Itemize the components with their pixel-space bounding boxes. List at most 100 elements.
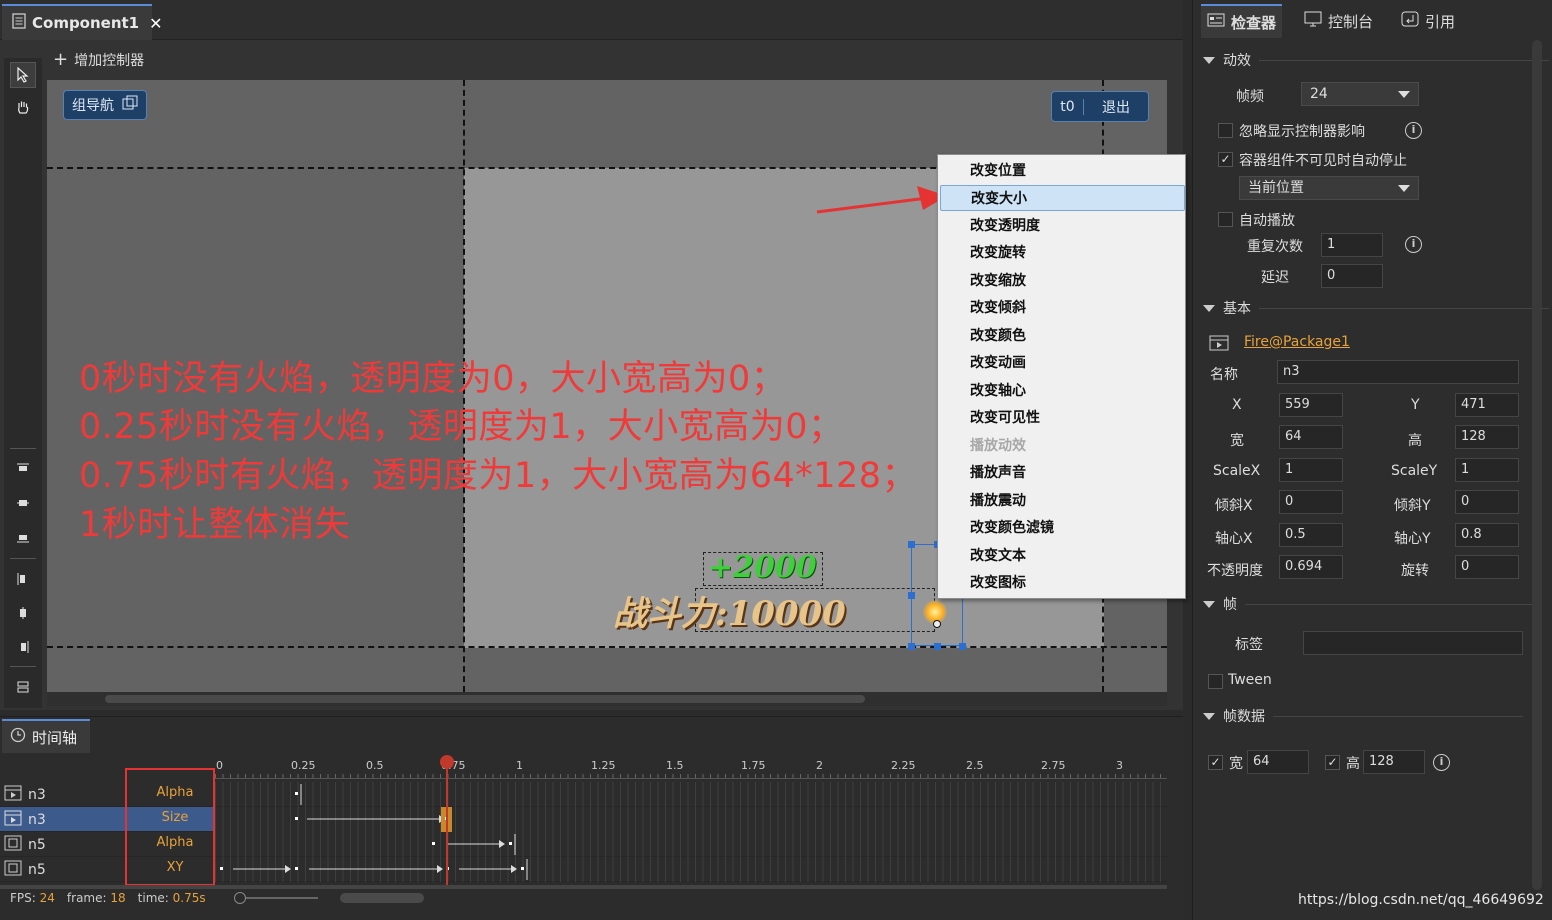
distribute-icon[interactable] <box>10 674 36 700</box>
menu-item-change-text[interactable]: 改变文本 <box>940 543 1185 569</box>
align-bottom-icon[interactable] <box>10 524 36 550</box>
alpha-input[interactable]: 0.694 <box>1279 555 1343 579</box>
align-left-icon[interactable] <box>10 566 36 592</box>
menu-item-change-scale[interactable]: 改变缩放 <box>940 268 1185 294</box>
width-input[interactable]: 64 <box>1279 425 1343 449</box>
scalex-input[interactable]: 1 <box>1279 458 1343 482</box>
frame-height-checkbox[interactable]: ✓ <box>1325 755 1340 770</box>
height-input[interactable]: 128 <box>1455 425 1519 449</box>
menu-item-change-icon[interactable]: 改变图标 <box>940 570 1185 596</box>
playhead[interactable] <box>446 757 448 885</box>
tab-timeline[interactable]: 时间轴 <box>2 719 90 753</box>
exit-button[interactable]: 退出 <box>1084 97 1148 117</box>
frame-label: frame: <box>66 891 107 905</box>
time-ruler[interactable]: 0 0.25 0.5 0.75 1 1.25 1.5 1.75 2 2.25 2… <box>215 757 1167 779</box>
frame-width-checkbox[interactable]: ✓ <box>1208 755 1223 770</box>
section-frame-data[interactable]: 帧数据 <box>1203 706 1523 726</box>
tween-label: Tween <box>1228 672 1272 688</box>
align-right-icon[interactable] <box>10 634 36 660</box>
align-top-icon[interactable] <box>10 456 36 482</box>
menu-item-play-transition: 播放动效 <box>970 438 1026 454</box>
menu-item-change-color-filter[interactable]: 改变颜色滤镜 <box>940 515 1185 541</box>
menu-item-change-visibility[interactable]: 改变可见性 <box>940 405 1185 431</box>
menu-item-change-color[interactable]: 改变颜色 <box>940 323 1185 349</box>
inspector-scrollbar[interactable] <box>1532 40 1542 890</box>
playhead-handle[interactable] <box>440 755 454 769</box>
document-icon <box>12 13 26 33</box>
resize-handle[interactable] <box>908 643 915 650</box>
context-menu: 改变位置 改变大小 改变透明度 改变旋转 改变缩放 改变倾斜 改变颜色 改变动画… <box>937 154 1186 599</box>
menu-item-play-shake[interactable]: 播放震动 <box>940 488 1185 514</box>
rotation-input[interactable]: 0 <box>1455 555 1519 579</box>
x-input[interactable]: 559 <box>1279 393 1343 417</box>
ignore-controller-label: 忽略显示控制器影响 <box>1239 124 1365 140</box>
movieclip-icon <box>1209 335 1229 355</box>
tab-references[interactable]: 引用 <box>1395 4 1461 38</box>
name-input[interactable]: n3 <box>1277 360 1519 384</box>
frame-tag-label: 标签 <box>1235 637 1263 653</box>
fps-dropdown[interactable]: 24 <box>1301 82 1419 106</box>
skewy-input[interactable]: 0 <box>1455 490 1519 514</box>
zoom-slider[interactable] <box>233 892 318 904</box>
section-frame[interactable]: 帧 <box>1203 594 1535 614</box>
frame-tag-input[interactable] <box>1303 631 1523 655</box>
frame-height-input[interactable]: 128 <box>1363 750 1425 774</box>
menu-item-change-skew[interactable]: 改变倾斜 <box>940 295 1185 321</box>
align-center-icon[interactable] <box>10 600 36 626</box>
scaley-input[interactable]: 1 <box>1455 458 1519 482</box>
bonus-text-box[interactable]: +2000 <box>703 550 823 586</box>
autoplay-checkbox[interactable] <box>1218 212 1233 227</box>
tab-console[interactable]: 控制台 <box>1298 4 1379 38</box>
section-effects[interactable]: 动效 <box>1203 50 1549 70</box>
ruler-label: 2 <box>816 759 823 772</box>
menu-item-change-position[interactable]: 改变位置 <box>940 158 1185 184</box>
info-icon[interactable]: i <box>1405 236 1422 253</box>
menu-item-change-animation[interactable]: 改变动画 <box>940 350 1185 376</box>
resize-handle[interactable] <box>908 592 915 599</box>
repeat-input[interactable]: 1 <box>1321 233 1383 257</box>
resource-link[interactable]: Fire@Package1 <box>1244 334 1350 350</box>
close-icon[interactable]: ✕ <box>149 14 162 33</box>
menu-item-play-sound[interactable]: 播放声音 <box>940 460 1185 486</box>
tab-inspector[interactable]: 检查器 <box>1201 4 1283 38</box>
pivot-icon[interactable] <box>933 620 941 628</box>
controller-name[interactable]: t0 <box>1052 98 1084 115</box>
pivotx-input[interactable]: 0.5 <box>1279 523 1343 547</box>
tween-checkbox[interactable] <box>1208 674 1223 689</box>
inspector-icon <box>1207 13 1225 31</box>
tab-component1[interactable]: Component1 ✕ <box>2 4 163 40</box>
menu-item-change-pivot[interactable]: 改变轴心 <box>940 378 1185 404</box>
track-name: n5 <box>28 862 46 878</box>
ruler-label: 2.75 <box>1041 759 1066 772</box>
zoom-slider-knob[interactable] <box>233 892 246 904</box>
resize-handle[interactable] <box>908 541 915 548</box>
frame-width-input[interactable]: 64 <box>1247 750 1309 774</box>
info-icon[interactable]: i <box>1405 122 1422 139</box>
select-tool-icon[interactable] <box>10 62 36 88</box>
timeline-hscroll-thumb[interactable] <box>339 893 424 903</box>
resize-handle[interactable] <box>934 643 941 650</box>
position-dropdown[interactable]: 当前位置 <box>1239 176 1419 200</box>
menu-item-change-rotation[interactable]: 改变旋转 <box>940 240 1185 266</box>
menu-item-change-alpha[interactable]: 改变透明度 <box>940 213 1185 239</box>
menu-item-change-size[interactable]: 改变大小 <box>940 185 1185 211</box>
ignore-controller-checkbox[interactable] <box>1218 123 1233 138</box>
info-icon[interactable]: i <box>1433 754 1450 771</box>
skewx-input[interactable]: 0 <box>1279 490 1343 514</box>
scroll-thumb[interactable] <box>105 695 865 703</box>
pivoty-label: 轴心Y <box>1394 531 1431 547</box>
add-controller-button[interactable]: + 增加控制器 <box>47 44 1177 76</box>
group-nav-button[interactable]: 组导航 <box>63 90 147 120</box>
resize-handle[interactable] <box>959 643 966 650</box>
y-input[interactable]: 471 <box>1455 393 1519 417</box>
section-basic[interactable]: 基本 <box>1203 298 1549 318</box>
hand-tool-icon[interactable] <box>10 94 36 120</box>
pivoty-input[interactable]: 0.8 <box>1455 523 1519 547</box>
auto-stop-checkbox[interactable]: ✓ <box>1218 152 1233 167</box>
align-middle-icon[interactable] <box>10 490 36 516</box>
keyframe-track <box>432 834 516 855</box>
copy-icon <box>122 95 138 115</box>
stage-scrollbar[interactable] <box>47 692 1167 706</box>
clock-icon <box>10 727 26 747</box>
delay-input[interactable]: 0 <box>1321 264 1383 288</box>
